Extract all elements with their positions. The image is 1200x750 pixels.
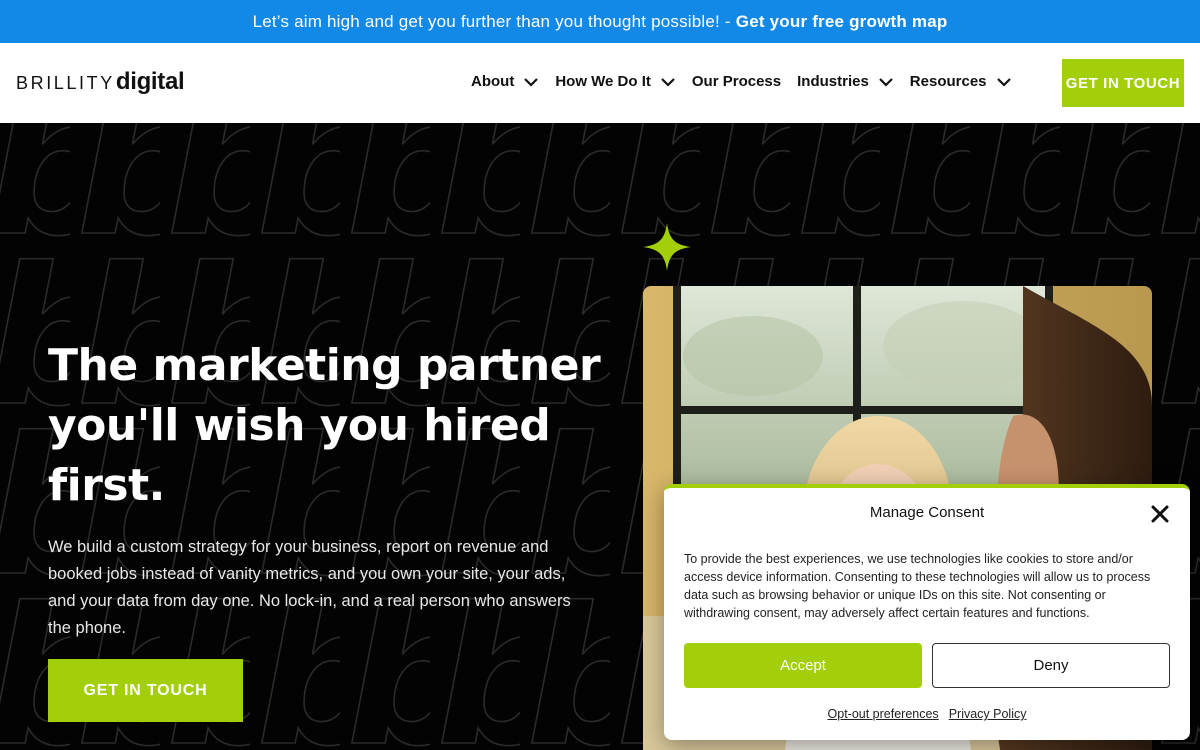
main-nav: About How We Do It Our Process Industrie… bbox=[471, 73, 1028, 90]
nav-item-label: How We Do It bbox=[555, 73, 651, 90]
chevron-down-icon bbox=[524, 77, 539, 87]
hero-description: We build a custom strategy for your busi… bbox=[48, 538, 571, 637]
nav-item-label: About bbox=[471, 73, 515, 90]
announcement-text: Let’s aim high and get you further than … bbox=[252, 11, 731, 31]
privacy-policy-link[interactable]: Privacy Policy bbox=[949, 707, 1027, 721]
deny-button[interactable]: Deny bbox=[932, 643, 1170, 688]
nav-item-label: Industries bbox=[797, 73, 869, 90]
chevron-down-icon bbox=[661, 77, 675, 87]
brand-logo[interactable]: BRILLITY digital bbox=[16, 68, 185, 98]
consent-title: Manage Consent bbox=[869, 504, 985, 521]
nav-item-resources[interactable]: Resources bbox=[910, 73, 1012, 90]
consent-body: To provide the best experiences, we use … bbox=[684, 552, 1151, 620]
nav-item-industries[interactable]: Industries bbox=[797, 73, 894, 90]
header-get-in-touch-button[interactable]: GET IN TOUCH bbox=[1062, 59, 1184, 107]
nav-item-label: Our Process bbox=[691, 73, 782, 90]
chevron-down-icon bbox=[879, 77, 893, 87]
nav-item-about[interactable]: About bbox=[471, 73, 539, 90]
consent-links: Opt-out preferences Privacy Policy bbox=[664, 707, 1190, 721]
chevron-down-icon bbox=[996, 77, 1011, 87]
logo-wordmark-secondary: digital bbox=[115, 68, 185, 95]
consent-dialog: Manage Consent To provide the best exper… bbox=[664, 484, 1190, 740]
logo-wordmark-primary: BRILLITY bbox=[16, 73, 115, 93]
hero-get-in-touch-button[interactable]: GET IN TOUCH bbox=[48, 659, 243, 722]
site-header: BRILLITY digital About How We Do It Our … bbox=[0, 43, 1200, 123]
accept-button[interactable]: Accept bbox=[684, 643, 922, 688]
nav-item-our-process[interactable]: Our Process bbox=[692, 73, 781, 90]
hero-headline: The marketing partner you'll wish you hi… bbox=[48, 340, 601, 511]
nav-item-how-we-do-it[interactable]: How We Do It bbox=[555, 73, 676, 90]
opt-out-preferences-link[interactable]: Opt-out preferences bbox=[828, 707, 939, 721]
growth-map-link[interactable]: Get your free growth map bbox=[736, 12, 948, 32]
nav-item-label: Resources bbox=[909, 73, 987, 90]
sparkle-icon bbox=[643, 223, 691, 271]
close-icon[interactable] bbox=[1150, 504, 1170, 524]
announcement-bar: Let’s aim high and get you further than … bbox=[0, 0, 1200, 43]
